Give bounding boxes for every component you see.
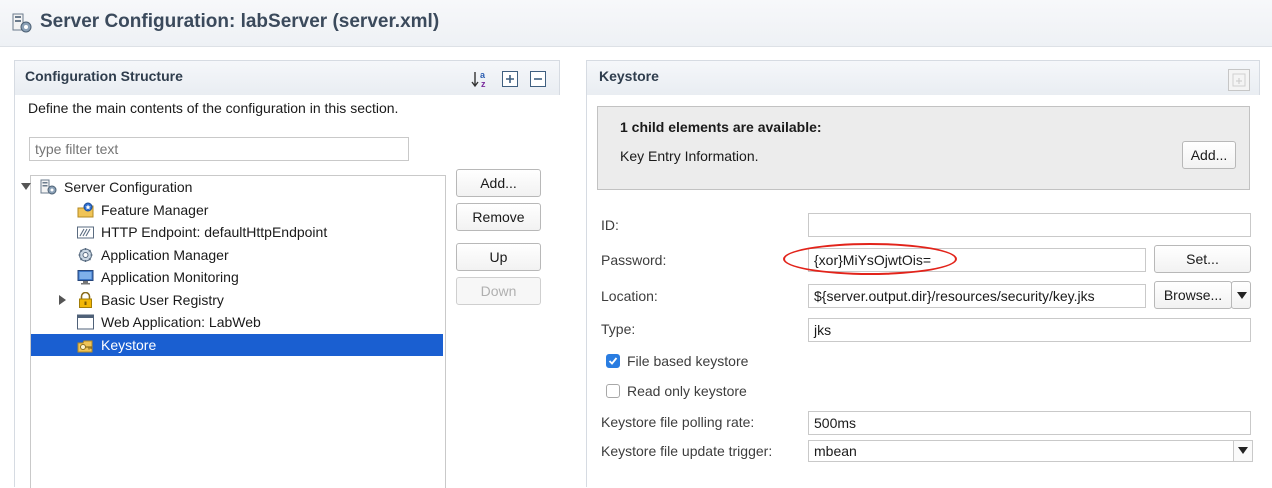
tree-item-feature-manager[interactable]: Feature Manager — [31, 199, 443, 221]
browse-button[interactable]: Browse... — [1154, 281, 1232, 309]
feature-manager-icon — [77, 202, 94, 217]
filter-input[interactable] — [29, 137, 409, 161]
left-panel-border — [14, 94, 16, 487]
keystore-icon — [77, 340, 93, 352]
right-panel-border — [586, 94, 588, 487]
svg-text:z: z — [481, 79, 486, 89]
expand-all-icon[interactable] — [501, 70, 519, 88]
collapse-all-icon[interactable] — [529, 70, 547, 88]
password-annotation-ellipse — [783, 243, 957, 275]
tree-item-basic-user-registry[interactable]: Basic User Registry — [31, 289, 443, 311]
password-label: Password: — [601, 252, 667, 268]
id-field[interactable] — [808, 213, 1251, 237]
tree-item-http-endpoint-defaulthttpendpoint[interactable]: HTTP Endpoint: defaultHttpEndpoint — [31, 221, 443, 243]
tree-item-label: Application Monitoring — [101, 269, 239, 285]
tree-item-label: Feature Manager — [101, 201, 209, 218]
file-based-checkbox[interactable] — [606, 354, 620, 368]
section-description: Define the main contents of the configur… — [28, 100, 399, 116]
server-config-icon — [40, 179, 57, 195]
file-based-label: File based keystore — [627, 353, 749, 369]
child-elements-heading: 1 child elements are available: — [620, 119, 822, 135]
child-elements-box: 1 child elements are available: Key Entr… — [597, 106, 1250, 190]
triangle-down-icon — [1237, 292, 1247, 299]
tree-item-label: Keystore — [101, 336, 157, 353]
checkmark-icon — [608, 357, 618, 365]
application-manager-icon — [78, 247, 93, 262]
read-only-label: Read only keystore — [627, 383, 747, 399]
update-trigger-value: mbean — [814, 443, 857, 459]
location-field[interactable]: ${server.output.dir}/resources/security/… — [808, 284, 1146, 308]
web-application-icon — [77, 314, 94, 330]
up-button[interactable]: Up — [456, 243, 541, 271]
set-password-button[interactable]: Set... — [1154, 245, 1251, 273]
down-button: Down — [456, 277, 541, 305]
add-child-button[interactable]: Add... — [1182, 141, 1236, 169]
tree-item-web-application-labweb[interactable]: Web Application: LabWeb — [31, 311, 443, 333]
editor-title: Server Configuration: labServer (server.… — [40, 11, 440, 32]
type-field[interactable]: jks — [808, 318, 1251, 342]
maximize-section-icon[interactable] — [1227, 68, 1251, 92]
sort-az-icon[interactable]: a z — [471, 69, 491, 89]
configuration-tree[interactable]: Server Configuration Feature Manager HTTP … — [21, 175, 446, 488]
read-only-checkbox[interactable] — [606, 384, 620, 398]
configuration-structure-header: Configuration Structure a z — [14, 60, 560, 95]
http-endpoint-icon — [77, 226, 94, 239]
section-title: Configuration Structure — [25, 68, 183, 84]
type-label: Type: — [601, 321, 636, 337]
editor-title-bar: Server Configuration: labServer (server.… — [0, 0, 1272, 47]
polling-rate-field[interactable]: 500ms — [808, 411, 1251, 435]
tree-item-server-configuration[interactable]: Server Configuration — [21, 176, 443, 198]
add-button[interactable]: Add... — [456, 169, 541, 197]
collapsed-triangle-icon[interactable] — [58, 294, 68, 305]
polling-rate-label: Keystore file polling rate: — [601, 414, 755, 430]
remove-button[interactable]: Remove — [456, 203, 541, 231]
tree-item-application-monitoring[interactable]: Application Monitoring — [31, 266, 443, 288]
section-title: Keystore — [599, 68, 659, 84]
tree-item-label: HTTP Endpoint: defaultHttpEndpoint — [101, 224, 328, 240]
update-trigger-select[interactable]: mbean — [808, 440, 1253, 462]
location-label: Location: — [601, 288, 658, 304]
id-label: ID: — [601, 217, 619, 233]
tree-item-label: Application Manager — [101, 246, 229, 263]
triangle-down-icon — [1238, 447, 1248, 454]
lock-icon — [79, 291, 92, 308]
server-config-icon — [12, 13, 32, 33]
keystore-header: Keystore — [586, 60, 1260, 95]
expanded-triangle-icon[interactable] — [21, 182, 31, 192]
tree-item-label: Server Configuration — [64, 179, 193, 195]
select-arrow[interactable] — [1233, 441, 1252, 461]
browse-dropdown-button[interactable] — [1231, 281, 1251, 309]
update-trigger-label: Keystore file update trigger: — [601, 443, 773, 459]
tree-item-label: Web Application: LabWeb — [101, 314, 261, 330]
tree-item-keystore[interactable]: Keystore — [31, 333, 443, 356]
tree-item-label: Basic User Registry — [101, 291, 224, 308]
tree-item-application-manager[interactable]: Application Manager — [31, 244, 443, 266]
monitor-icon — [77, 270, 94, 285]
child-element-item: Key Entry Information. — [620, 148, 759, 164]
